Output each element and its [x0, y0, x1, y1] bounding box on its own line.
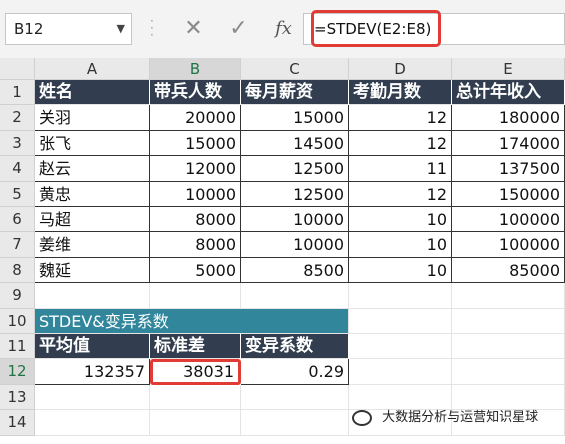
table-cell[interactable]: 10 [349, 207, 452, 233]
row-header-4[interactable]: 4 [0, 156, 35, 182]
empty-cell[interactable] [349, 359, 452, 385]
formula-highlight-box [311, 10, 441, 47]
empty-cell[interactable] [452, 359, 565, 385]
table-cell[interactable]: 赵云 [35, 156, 150, 182]
table-cell[interactable]: 马超 [35, 207, 150, 233]
table-header-cell[interactable]: 姓名 [35, 80, 150, 106]
table-cell[interactable]: 黄忠 [35, 181, 150, 207]
column-header-C[interactable]: C [241, 58, 349, 80]
table-cell[interactable]: 10 [349, 232, 452, 258]
table-cell[interactable]: 姜维 [35, 232, 150, 258]
summary-value-cell[interactable]: 0.29 [241, 359, 349, 385]
row-header-1[interactable]: 1 [0, 80, 35, 106]
insert-function-button[interactable]: fx [261, 13, 306, 45]
empty-cell[interactable] [35, 410, 150, 436]
table-cell[interactable]: 174000 [452, 130, 565, 157]
column-header-A[interactable]: A [35, 58, 150, 80]
empty-cell[interactable] [150, 410, 241, 436]
empty-cell[interactable] [349, 283, 452, 309]
summary-title[interactable]: STDEV&变异系数 [35, 308, 349, 334]
table-cell[interactable]: 12500 [241, 181, 349, 207]
row-header-9[interactable]: 9 [0, 283, 35, 309]
row-header-2[interactable]: 2 [0, 105, 35, 131]
table-header-cell[interactable]: 每月薪资 [241, 80, 349, 106]
formula-toolbar: B12 ▼ · · · ✕ ✓ fx =STDEV(E2:E8) [0, 0, 565, 58]
table-cell[interactable]: 20000 [150, 105, 241, 131]
table-cell[interactable]: 12 [349, 130, 452, 157]
table-cell[interactable]: 12 [349, 181, 452, 207]
row-header-10[interactable]: 10 [0, 308, 35, 334]
table-cell[interactable]: 8500 [241, 257, 349, 284]
row-header-7[interactable]: 7 [0, 232, 35, 258]
empty-cell[interactable] [241, 384, 349, 411]
summary-header-cell[interactable]: 平均值 [35, 334, 150, 360]
table-cell[interactable]: 5000 [150, 257, 241, 284]
grip-icon[interactable]: · · · [150, 15, 154, 41]
name-box-value: B12 [14, 20, 44, 38]
empty-cell[interactable] [35, 283, 150, 309]
table-cell[interactable]: 12 [349, 105, 452, 131]
table-cell[interactable]: 12500 [241, 156, 349, 182]
row-header-8[interactable]: 8 [0, 257, 35, 284]
row-header-6[interactable]: 6 [0, 207, 35, 233]
table-cell[interactable]: 8000 [150, 207, 241, 233]
row-header-11[interactable]: 11 [0, 334, 35, 360]
column-header-E[interactable]: E [452, 58, 565, 80]
empty-cell[interactable] [452, 308, 565, 334]
table-cell[interactable]: 85000 [452, 257, 565, 284]
table-cell[interactable]: 张飞 [35, 130, 150, 157]
table-cell[interactable]: 100000 [452, 232, 565, 258]
row-header-5[interactable]: 5 [0, 181, 35, 207]
empty-cell[interactable] [452, 283, 565, 309]
cancel-icon[interactable]: ✕ [171, 13, 216, 45]
table-cell[interactable]: 10000 [150, 181, 241, 207]
table-cell[interactable]: 150000 [452, 181, 565, 207]
table-header-cell[interactable]: 总计年收入 [452, 80, 565, 106]
table-cell[interactable]: 12000 [150, 156, 241, 182]
row-header-12[interactable]: 12 [0, 359, 35, 385]
chat-bubble-icon [352, 409, 372, 426]
watermark: 大数据分析与运营知识星球 [352, 406, 538, 426]
empty-cell[interactable] [35, 384, 150, 411]
table-cell[interactable]: 10 [349, 257, 452, 284]
table-cell[interactable]: 10000 [241, 232, 349, 258]
table-header-cell[interactable]: 带兵人数 [150, 80, 241, 106]
table-header-cell[interactable]: 考勤月数 [349, 80, 452, 106]
table-cell[interactable]: 11 [349, 156, 452, 182]
column-header-D[interactable]: D [349, 58, 452, 80]
table-cell[interactable]: 关羽 [35, 105, 150, 131]
summary-header-cell[interactable]: 变异系数 [241, 334, 349, 360]
table-cell[interactable]: 15000 [241, 105, 349, 131]
selected-cell-b12[interactable]: 38031 [150, 359, 241, 385]
empty-cell[interactable] [452, 334, 565, 360]
empty-cell[interactable] [150, 283, 241, 309]
table-cell[interactable]: 8000 [150, 232, 241, 258]
table-cell[interactable]: 魏延 [35, 257, 150, 284]
empty-cell[interactable] [349, 334, 452, 360]
table-cell[interactable]: 10000 [241, 207, 349, 233]
row-header-3[interactable]: 3 [0, 130, 35, 157]
empty-cell[interactable] [241, 283, 349, 309]
empty-cell[interactable] [150, 384, 241, 411]
table-cell[interactable]: 180000 [452, 105, 565, 131]
empty-cell[interactable] [241, 410, 349, 436]
summary-value-cell[interactable]: 132357 [35, 359, 150, 385]
row-header-13[interactable]: 13 [0, 384, 35, 411]
chevron-down-icon[interactable]: ▼ [117, 14, 125, 44]
row-header-14[interactable]: 14 [0, 410, 35, 436]
name-box[interactable]: B12 ▼ [5, 13, 132, 45]
column-header-B[interactable]: B [150, 58, 241, 80]
enter-icon[interactable]: ✓ [216, 13, 261, 45]
table-cell[interactable]: 100000 [452, 207, 565, 233]
table-cell[interactable]: 137500 [452, 156, 565, 182]
table-cell[interactable]: 15000 [150, 130, 241, 157]
summary-header-cell[interactable]: 标准差 [150, 334, 241, 360]
watermark-text: 大数据分析与运营知识星球 [382, 410, 539, 425]
empty-cell[interactable] [349, 308, 452, 334]
table-cell[interactable]: 14500 [241, 130, 349, 157]
select-all-corner[interactable] [0, 58, 35, 80]
